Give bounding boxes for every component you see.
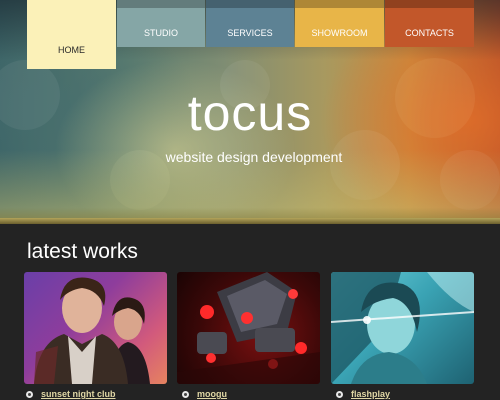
work-thumbnail-1[interactable] bbox=[24, 272, 167, 384]
robot-render-photo bbox=[177, 272, 320, 384]
work-caption-2[interactable]: moogu bbox=[182, 388, 227, 400]
site-tagline: website design development bbox=[165, 149, 343, 165]
nav-item-label: HOME bbox=[58, 45, 85, 55]
work-caption-text: sunset night club bbox=[41, 389, 116, 399]
nav-item-label: SHOWROOM bbox=[311, 28, 368, 38]
work-thumbnail-2[interactable] bbox=[177, 272, 320, 384]
circle-bullet-icon bbox=[182, 391, 189, 398]
work-caption-text: flashplay bbox=[351, 389, 391, 399]
work-caption-1[interactable]: sunset night club bbox=[26, 388, 116, 400]
nav-item-label: STUDIO bbox=[143, 28, 178, 38]
tab-shadow-strip bbox=[295, 0, 384, 8]
work-thumbnail-3[interactable] bbox=[331, 272, 474, 384]
work-caption-text: moogu bbox=[197, 389, 227, 399]
woman-portrait-cyan-photo bbox=[331, 272, 474, 384]
section-heading: latest works bbox=[27, 240, 138, 263]
people-portrait-photo bbox=[34, 277, 150, 384]
page: tocus website design development HOME ST… bbox=[0, 0, 500, 400]
nav-item-contacts[interactable]: CONTACTS bbox=[385, 0, 474, 47]
tab-shadow-strip bbox=[117, 0, 205, 8]
nav-item-label: CONTACTS bbox=[405, 28, 454, 38]
nav-item-services[interactable]: SERVICES bbox=[206, 0, 294, 47]
nav-item-showroom[interactable]: SHOWROOM bbox=[295, 0, 384, 47]
work-caption-3[interactable]: flashplay bbox=[336, 388, 390, 400]
circle-bullet-icon bbox=[26, 391, 33, 398]
site-logo[interactable]: tocus bbox=[0, 88, 500, 138]
tab-shadow-strip bbox=[385, 0, 474, 8]
main-nav: HOME STUDIO SERVICES SHOWROOM CONTACTS bbox=[0, 0, 500, 70]
nav-item-studio[interactable]: STUDIO bbox=[117, 0, 205, 47]
circle-bullet-icon bbox=[336, 391, 343, 398]
nav-item-label: SERVICES bbox=[227, 28, 273, 38]
nav-item-home[interactable]: HOME bbox=[27, 0, 116, 69]
tab-shadow-strip bbox=[206, 0, 294, 8]
